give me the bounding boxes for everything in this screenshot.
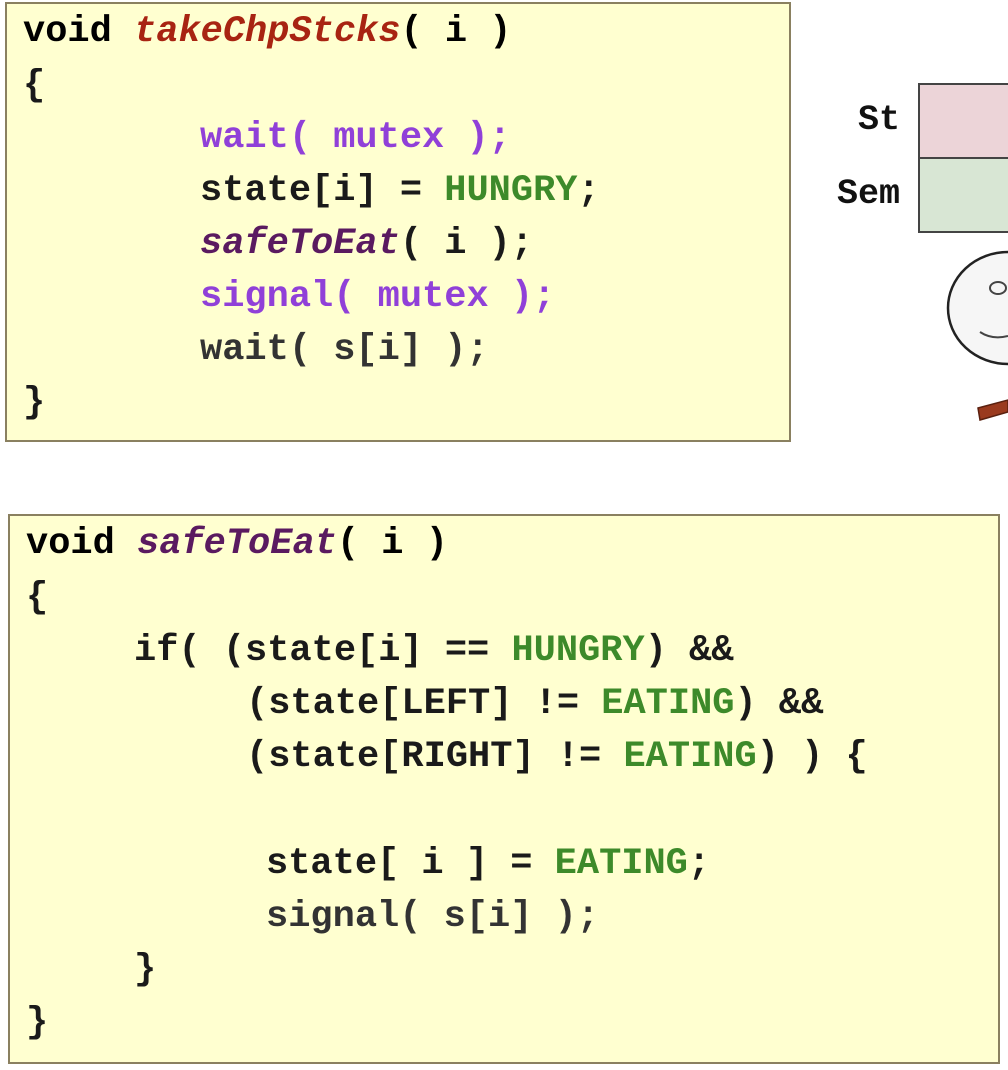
safe-to-eat-call-line: safeToEat( i ); [200,218,533,270]
right-not-eating-line: (state[RIGHT] != EATING) ) { [246,731,868,783]
signal-semaphore-line: signal( s[i] ); [266,896,600,938]
function-args: ( i ) [336,523,448,565]
take-chopsticks-signature: void takeChpStcks( i ) [23,6,512,58]
left-not-eating-line: (state[LEFT] != EATING) && [246,678,823,730]
close-brace: } [26,1002,49,1044]
function-args: ( i ) [400,11,512,53]
safe-to-eat-code-box: void safeToEat( i ) { if( (state[i] == H… [8,514,1000,1064]
eating-const: EATING [601,683,735,725]
semicolon: ; [577,170,600,212]
eating-const: EATING [554,843,688,885]
eating-const: EATING [623,736,757,778]
safe-to-eat-signature: void safeToEat( i ) [26,518,448,570]
state-assign: state[ i ] = [266,843,555,885]
close-brace: } [23,382,46,424]
take-chopsticks-code-box: void takeChpStcks( i ) { wait( mutex ); … [5,2,791,442]
open-brace: { [23,65,46,107]
st-label: St [857,100,900,140]
philosopher-face [946,250,1008,366]
right-condition: (state[RIGHT] != [246,736,624,778]
if-condition-start: if( (state[i] == [134,630,512,672]
if-hungry-line: if( (state[i] == HUNGRY) && [134,625,734,677]
sem-label: Sem [836,174,900,214]
hungry-const: HUNGRY [444,170,578,212]
condition-close: ) ) { [756,736,868,778]
hungry-const: HUNGRY [511,630,645,672]
wait-semaphore-line: wait( s[i] ); [200,329,489,371]
state-assign: state[i] = [200,170,445,212]
void-keyword: void [23,11,135,53]
and-operator: ) && [644,630,734,672]
safe-to-eat-call-args: ( i ); [399,223,534,265]
safe-to-eat-call-name: safeToEat [200,223,400,265]
philosopher-illustration [946,250,1008,421]
wait-mutex-line: wait( mutex ); [200,117,511,159]
semaphore-cell [918,157,1008,233]
semicolon: ; [687,843,711,885]
function-name: takeChpStcks [134,11,401,53]
if-close-brace: } [134,949,157,991]
open-brace: { [26,577,49,619]
state-eating-line: state[ i ] = EATING; [266,838,710,890]
void-keyword: void [26,523,138,565]
state-hungry-line: state[i] = HUNGRY; [200,165,600,217]
function-name: safeToEat [137,523,337,565]
state-cell [918,83,1008,159]
and-operator: ) && [734,683,824,725]
chopstick-icon [977,399,1008,421]
signal-mutex-line: signal( mutex ); [200,276,556,318]
left-condition: (state[LEFT] != [246,683,602,725]
